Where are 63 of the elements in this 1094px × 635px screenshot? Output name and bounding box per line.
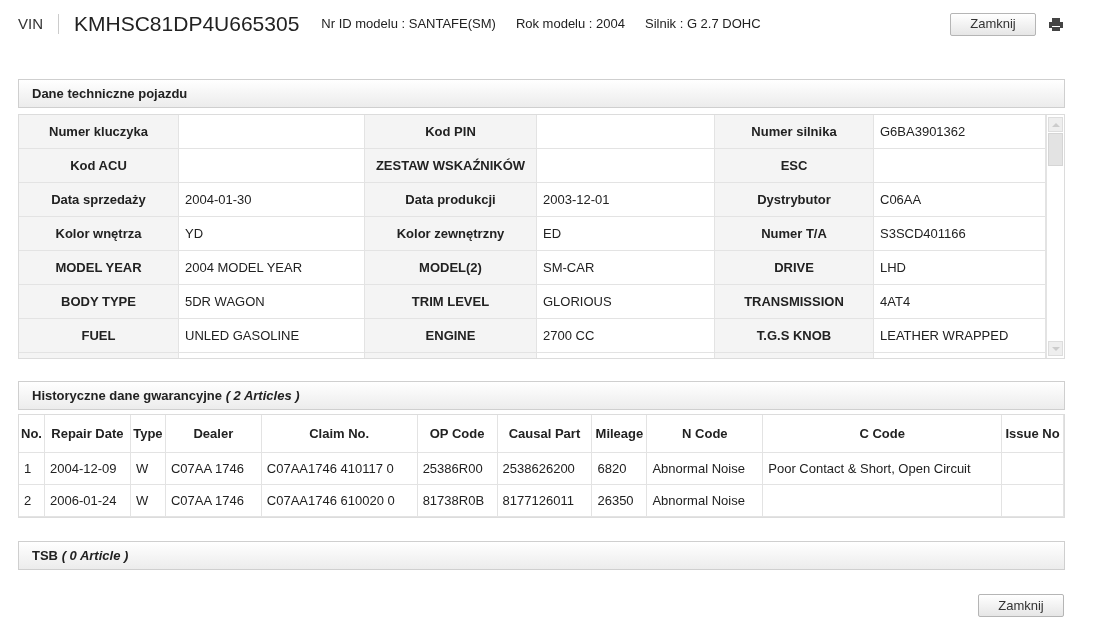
section-header: TSB ( 0 Article ) [18, 541, 1065, 570]
column-header: Repair Date [44, 415, 131, 452]
table-cell: 2004-12-09 [45, 453, 131, 484]
table-cell: C07AA1746 610020 0 [261, 485, 418, 516]
spec-label: TRIM LEVEL [365, 285, 537, 318]
table-cell: Poor Contact & Short, Open Circuit [763, 453, 1003, 484]
table-cell: C07AA 1746 [165, 453, 262, 484]
spec-label: Kolor wnętrza [19, 217, 179, 250]
scrollbar[interactable] [1046, 115, 1064, 358]
spec-label: Dystrybutor [715, 183, 874, 216]
column-header: N Code [647, 415, 764, 452]
spec-label: Numer kluczyka [19, 115, 179, 148]
spec-label: TRANSMISSION [715, 285, 874, 318]
spec-label: T.G.S KNOB [715, 319, 874, 352]
spec-label: ENGINE [365, 319, 537, 352]
spec-label: ESC [715, 149, 874, 182]
spec-label: Kolor zewnętrzny [365, 217, 537, 250]
spec-label: DRIVE [715, 251, 874, 284]
table-cell: Abnormal Noise [647, 485, 764, 516]
table-cell: 6820 [592, 453, 648, 484]
spec-label: Data produkcji [365, 183, 537, 216]
column-header: C Code [763, 415, 1003, 452]
column-header: No. [19, 415, 45, 452]
spec-label: Numer T/A [715, 217, 874, 250]
table-cell: C07AA 1746 [165, 485, 262, 516]
table-cell: W [130, 453, 166, 484]
spec-label: MODEL YEAR [19, 251, 179, 284]
spec-label: MODEL(2) [365, 251, 537, 284]
vehicle-info: Rok modelu : 2004 [515, 15, 625, 34]
table-cell: Abnormal Noise [647, 453, 764, 484]
table-cell: 2538626200 [497, 453, 593, 484]
spec-label: ZESTAW WSKAŹNIKÓW [365, 149, 537, 182]
table-cell: 1 [19, 453, 45, 484]
table-cell: W [130, 485, 166, 516]
vin-label: VIN [18, 13, 43, 34]
spec-label: Data sprzedaży [19, 183, 179, 216]
print-icon[interactable] [1048, 16, 1064, 32]
section-header: Historyczne dane gwarancyjne ( 2 Articles ) [18, 381, 1065, 410]
spec-label: BODY TYPE [19, 285, 179, 318]
column-header: Mileage [592, 415, 648, 452]
column-header: Issue No [1002, 415, 1064, 452]
table-cell: 26350 [592, 485, 648, 516]
table-cell: 2 [19, 485, 45, 516]
spec-label: Numer silnika [715, 115, 874, 148]
column-header: Dealer [165, 415, 262, 452]
column-header: Type [130, 415, 166, 452]
vehicle-info: Nr ID modelu : SANTAFE(SM) [321, 15, 496, 34]
column-header: Causal Part [497, 415, 593, 452]
table-cell: 25386R00 [417, 453, 498, 484]
spec-label: Kod ACU [19, 149, 179, 182]
column-header: Claim No. [261, 415, 418, 452]
vin-number: KMHSC81DP4U665305 [74, 11, 300, 38]
column-header: OP Code [417, 415, 498, 452]
spec-label: Kod PIN [365, 115, 537, 148]
section-header: Dane techniczne pojazdu [18, 79, 1065, 108]
close-button[interactable]: Zamknij [978, 594, 1064, 617]
table-cell: 8177126011 [497, 485, 593, 516]
spec-label: FUEL [19, 319, 179, 352]
table-cell: 2006-01-24 [45, 485, 131, 516]
table-cell: 81738R0B [417, 485, 498, 516]
vehicle-info: Silnik : G 2.7 DOHC [645, 15, 761, 34]
table-cell: C07AA1746 410117 0 [261, 453, 418, 484]
close-button[interactable]: Zamknij [950, 12, 1036, 36]
